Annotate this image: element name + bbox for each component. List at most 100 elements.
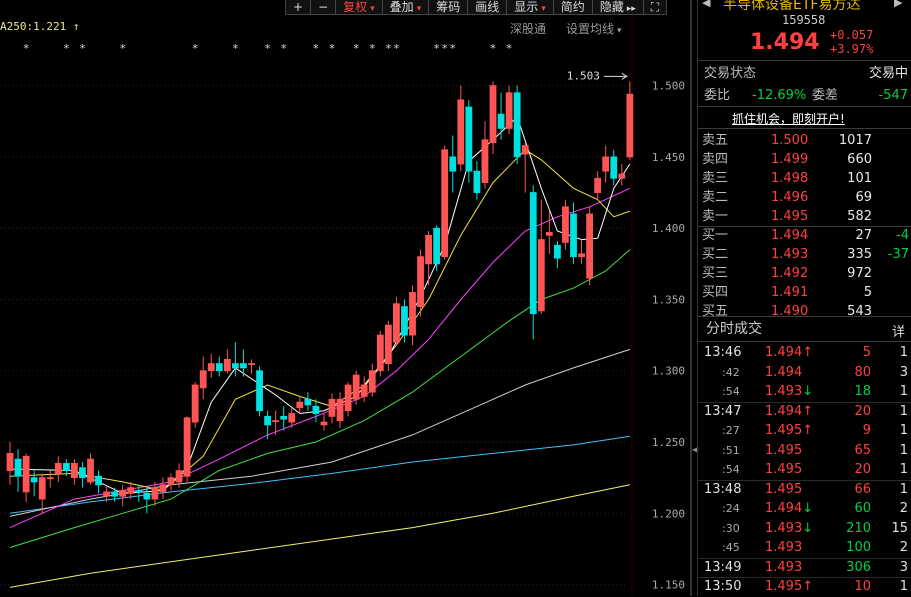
- trade-count: 1: [899, 345, 908, 360]
- toolbar-button-2[interactable]: 复权 ▾: [335, 0, 383, 15]
- trade-count: 15: [891, 520, 908, 536]
- trade-volume: 60: [854, 501, 871, 516]
- trade-volume: 18: [854, 384, 871, 399]
- candle-up: [626, 93, 634, 158]
- candle-down: [111, 491, 119, 497]
- bids-row[interactable]: 买四 1.491 5: [698, 283, 911, 302]
- divider: [698, 106, 911, 107]
- candle-up: [336, 398, 344, 422]
- trade-row: 13:49 1.493 306 3: [698, 557, 911, 578]
- toolbar-button-0[interactable]: +: [285, 0, 312, 15]
- candle-up: [167, 477, 175, 486]
- trade-row: :42 1.494 80 3: [698, 363, 911, 383]
- trades-detail-button[interactable]: 详: [892, 321, 905, 340]
- toolbar-button-label: 筹码: [436, 0, 461, 14]
- toolbar-button-8[interactable]: 隐藏 ▸▸: [591, 0, 644, 15]
- set-ma-dropdown[interactable]: 设置均线 ▾: [566, 20, 622, 37]
- toolbar-button-9[interactable]: ⛶: [642, 0, 668, 15]
- toolbar-button-3[interactable]: 叠加 ▾: [381, 0, 430, 15]
- kline-chart-pane[interactable]: 1.500 1.450 1.400 1.350 1.300 1.250 1.200 1.150…: [0, 0, 690, 596]
- candle-down: [264, 415, 272, 426]
- candle-up: [183, 417, 191, 477]
- arrow-down-icon: ↓: [802, 520, 814, 536]
- trade-volume: 5: [862, 345, 871, 360]
- toolbar-button-5[interactable]: 画线: [467, 0, 508, 15]
- asks-row[interactable]: 卖五 1.500 1017: [698, 131, 911, 150]
- trade-price-value: 1.493: [765, 520, 803, 536]
- open-account-banner[interactable]: 抓住机会，即刻开户!: [732, 110, 845, 127]
- asks-row[interactable]: 卖三 1.498 101: [698, 169, 911, 188]
- candle-down: [610, 156, 618, 179]
- toolbar-button-label: 叠加: [389, 0, 414, 14]
- bids-price: 1.492: [771, 266, 809, 281]
- toolbar-button-4[interactable]: 筹码: [428, 0, 469, 15]
- event-marker-icon: *: [313, 42, 319, 55]
- trade-price: 1.495↑: [765, 421, 813, 441]
- event-marker-icon: *: [442, 42, 448, 55]
- trade-price-value: 1.493: [765, 540, 803, 555]
- asks-row[interactable]: 卖二 1.496 69: [698, 188, 911, 207]
- trade-status-value: 交易中: [868, 66, 908, 81]
- trade-price-value: 1.494: [765, 345, 803, 360]
- candle-down: [529, 192, 537, 315]
- asks-volume: 582: [847, 209, 872, 224]
- trade-status-row: 交易状态 交易中: [698, 64, 911, 83]
- candle-up: [352, 374, 360, 400]
- candle-down: [554, 244, 561, 259]
- bids-row[interactable]: 买五 1.490 543: [698, 302, 911, 321]
- shenzhen-connect-link[interactable]: 深股通: [510, 20, 546, 37]
- toolbar-button-label: 复权: [343, 0, 368, 14]
- kline-chart[interactable]: 1.500 1.450 1.400 1.350 1.300 1.250 1.200 1.150…: [0, 0, 690, 596]
- chart-toolbar: + − 复权 ▾ 叠加 ▾ 筹码 画线 显示 ▾ 简约 隐藏 ▸▸ ⛶: [285, 0, 668, 15]
- trade-time: :42: [722, 365, 740, 379]
- candle-up: [119, 490, 127, 497]
- bids-row[interactable]: 买一 1.494 27 -4: [698, 226, 911, 245]
- next-arrow-icon[interactable]: ▶: [894, 0, 902, 9]
- asks-row[interactable]: 卖一 1.495 582: [698, 207, 911, 226]
- caret-down-icon: ▾: [541, 4, 546, 14]
- trade-row: :24 1.494↓ 60 2: [698, 499, 911, 519]
- candle-up: [175, 470, 183, 483]
- toolbar-button-7[interactable]: 简约: [552, 0, 593, 15]
- bids-price: 1.494: [771, 228, 809, 243]
- trade-volume: 10: [854, 579, 871, 594]
- candle-up: [489, 85, 497, 144]
- toolbar-button-label: −: [318, 0, 329, 14]
- asks-label: 卖五: [702, 133, 729, 148]
- candle-up: [272, 420, 280, 423]
- event-marker-icon: *: [394, 42, 400, 55]
- trade-row: :45 1.493 100 2: [698, 538, 911, 558]
- asks-price: 1.500: [771, 133, 809, 148]
- max-price-label: 1.503: [567, 69, 600, 82]
- ma10-line: [9, 149, 631, 492]
- arrow-up-icon: ↑: [802, 345, 814, 360]
- prev-arrow-icon[interactable]: ◀: [702, 0, 710, 9]
- candle-up: [87, 458, 94, 483]
- trade-volume: 20: [854, 403, 871, 419]
- caret-down-icon: ▾: [617, 26, 622, 36]
- trade-time: 13:49: [704, 559, 742, 575]
- trade-volume: 306: [846, 559, 871, 575]
- asks-row[interactable]: 卖四 1.499 660: [698, 150, 911, 169]
- trade-price-value: 1.495: [765, 423, 803, 438]
- toolbar-button-6[interactable]: 显示 ▾: [506, 0, 554, 15]
- trade-volume: 65: [854, 442, 871, 458]
- candle-up: [384, 324, 392, 365]
- arrow-up-icon: ↑: [802, 579, 814, 594]
- pane-divider[interactable]: [690, 0, 692, 596]
- toolbar-button-1[interactable]: −: [310, 0, 337, 15]
- candle-up: [521, 145, 529, 155]
- trade-count: 1: [899, 384, 908, 399]
- trade-time: 13:50: [704, 579, 742, 594]
- bids-row[interactable]: 买二 1.493 335 -37: [698, 245, 911, 264]
- bids-row[interactable]: 买三 1.492 972: [698, 264, 911, 283]
- asks-volume: 660: [847, 152, 872, 167]
- candle-up: [505, 92, 513, 129]
- candle-up: [46, 477, 54, 480]
- candle-up: [441, 149, 449, 258]
- trade-time: :51: [722, 443, 740, 457]
- arrow-down-icon: ↓: [802, 501, 814, 516]
- trade-price: 1.493: [765, 558, 802, 578]
- trade-time: 13:48: [704, 481, 742, 497]
- trade-count: 1: [899, 423, 908, 438]
